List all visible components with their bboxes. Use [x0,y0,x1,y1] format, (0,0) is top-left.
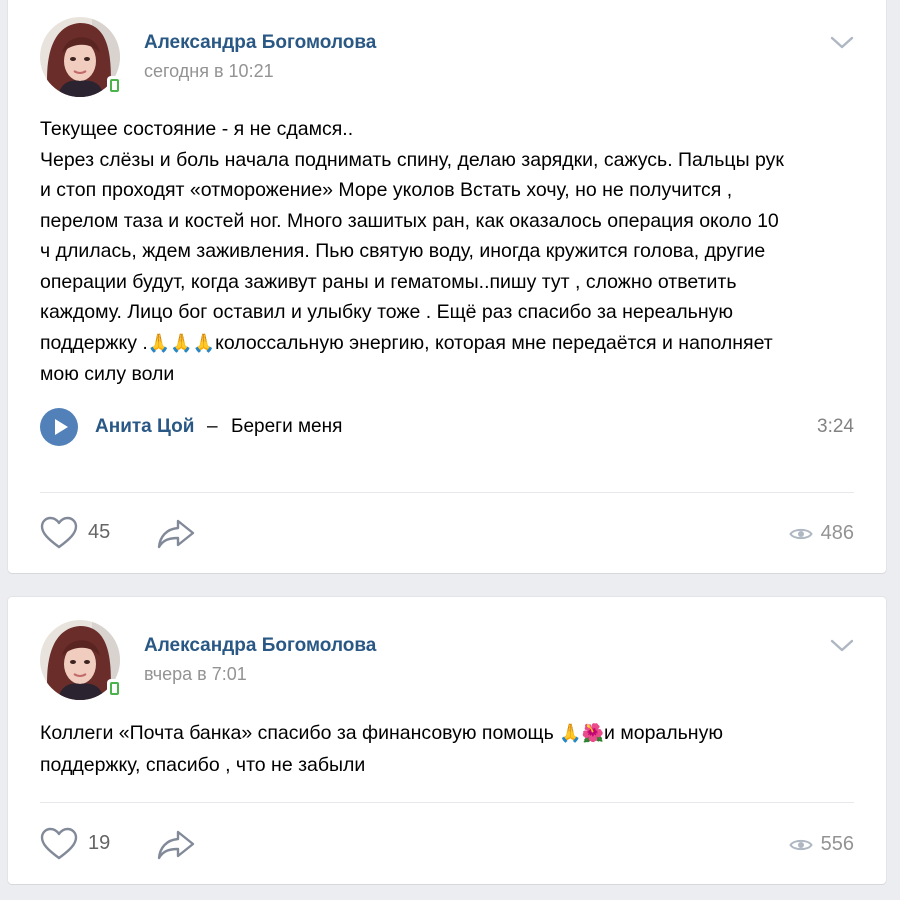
post-author[interactable]: Александра Богомолова [144,635,376,657]
post-text-line: каждому. Лицо бог оставил и улыбку тоже … [40,301,733,323]
audio-dash: – [207,416,218,437]
post-text-line: ч длилась, ждем заживления. Пью святую в… [40,240,766,262]
post-text-line: поддержку, спасибо , что не забыли [40,753,366,776]
play-icon[interactable] [40,408,78,446]
eye-icon [789,528,813,540]
post-card: Александра Богомолова сегодня в 10:21 Те… [8,0,886,573]
post-text-line: поддержку .🙏🙏🙏колоссальную энергию, кото… [40,328,860,360]
heart-outline-icon[interactable] [40,827,78,861]
post-text-line: мою силу воли [40,363,175,385]
heart-outline-icon[interactable] [40,516,78,550]
pray-flower-emoji: 🙏🌺 [559,723,605,744]
post-date[interactable]: сегодня в 10:21 [144,61,274,82]
likes-count[interactable]: 19 [88,832,110,855]
eye-icon [789,839,813,851]
divider [40,492,854,493]
post-text-segment: Коллеги «Почта банка» спасибо за финансо… [40,722,560,744]
audio-duration: 3:24 [817,416,854,437]
views-count: 486 [820,522,854,544]
post-text-line: операции будут, когда заживут раны и гем… [40,270,737,293]
post-text: Коллеги «Почта банка» спасибо за финансо… [40,718,860,780]
post-text-segment: колоссальную энергию, которая мне переда… [215,331,773,354]
post-text-line: и стоп проходят «отморожение» Море уколо… [40,179,733,201]
chevron-down-icon[interactable] [830,639,854,653]
post-text-line: Текущее состояние - я не сдамся.. [40,118,354,140]
share-arrow-icon[interactable] [156,829,196,861]
post-text-line: перелом таза и костей ног. Много зашитых… [40,209,779,232]
likes-count[interactable]: 45 [88,521,110,544]
pray-emoji: 🙏🙏🙏 [147,332,216,354]
post-date[interactable]: вчера в 7:01 [144,664,247,685]
views-count: 556 [820,833,854,855]
post-text-segment: и моральную [604,722,723,744]
audio-title[interactable]: Береги меня [231,416,342,438]
post-text: Текущее состояние - я не сдамся.. Через … [40,114,860,390]
chevron-down-icon[interactable] [830,36,854,50]
post-text-line: Коллеги «Почта банка» спасибо за финансо… [40,718,860,750]
post-author[interactable]: Александра Богомолова [144,32,376,54]
post-text-line: Через слёзы и боль начала поднимать спин… [40,148,784,171]
mobile-online-icon [107,76,122,95]
mobile-online-icon [107,679,122,698]
share-arrow-icon[interactable] [156,518,196,550]
audio-attachment[interactable]: Анита Цой – Береги меня 3:24 [40,408,854,448]
post-card: Александра Богомолова вчера в 7:01 Колле… [8,597,886,884]
post-text-segment: поддержку . [40,331,148,354]
audio-artist[interactable]: Анита Цой [95,416,194,438]
divider [40,802,854,803]
